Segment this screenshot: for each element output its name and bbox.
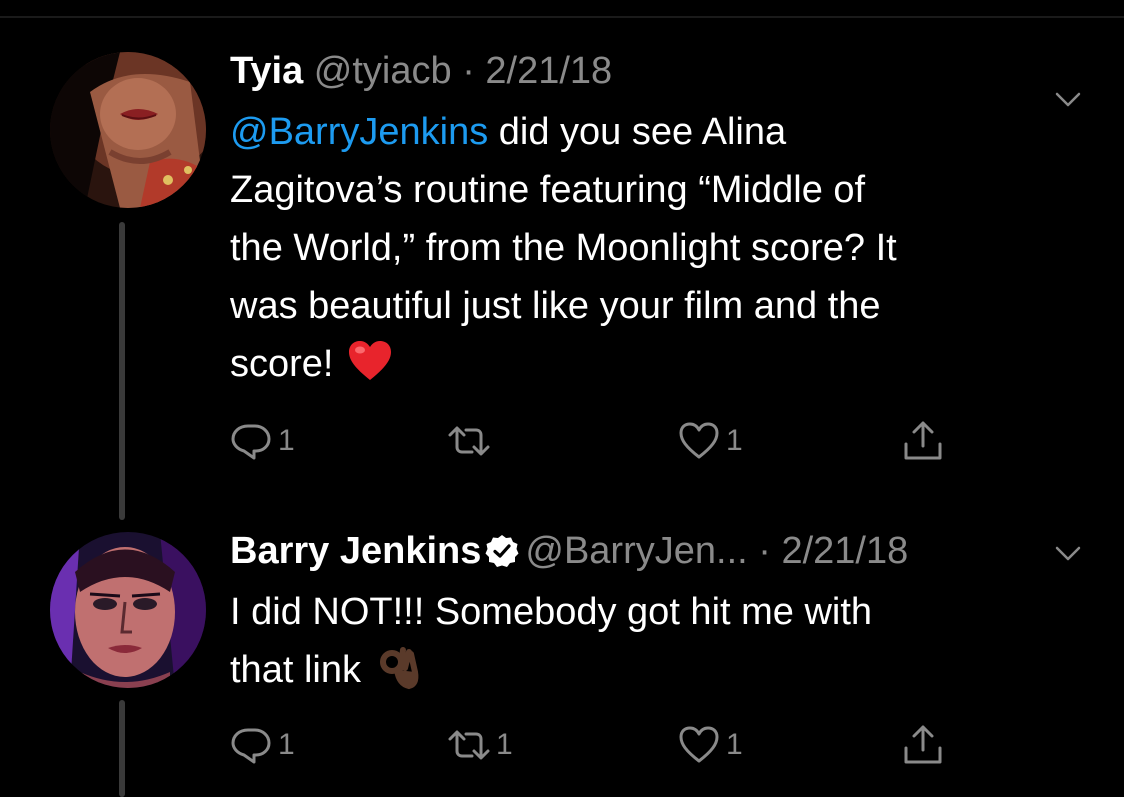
timestamp[interactable]: 2/21/18: [485, 50, 612, 92]
tweet-line: score!: [230, 335, 1080, 393]
retweet-count: 1: [496, 728, 513, 761]
share-button[interactable]: [900, 720, 946, 770]
handle[interactable]: @tyiacb: [314, 50, 452, 92]
handle[interactable]: @BarryJen...: [525, 530, 747, 572]
reply-button[interactable]: 1: [228, 720, 295, 770]
tweet-line: @BarryJenkins did you see Alina: [230, 103, 1080, 161]
retweet-button[interactable]: 1: [446, 720, 513, 770]
verified-badge-icon: [485, 535, 519, 567]
tweet-actions: 1 1: [228, 416, 958, 466]
reply-button[interactable]: 1: [228, 416, 295, 466]
like-count: 1: [726, 424, 743, 457]
display-name[interactable]: Tyia: [230, 50, 303, 92]
tweet-line: I did NOT!!! Somebody got hit me with: [230, 591, 873, 633]
tweet-line: the World,” from the Moonlight score? It: [230, 227, 897, 269]
like-button[interactable]: 1: [676, 720, 743, 770]
ok-hand-emoji-icon: [379, 647, 419, 690]
share-icon: [904, 421, 942, 460]
thread-line: [119, 700, 125, 797]
share-button[interactable]: [900, 416, 946, 466]
tweet-line: was beautiful just like your film and th…: [230, 285, 881, 327]
thread-line: [119, 222, 125, 520]
tweet-text-segment: did you see Alina: [488, 111, 787, 153]
heart-icon: [679, 422, 719, 459]
tweet-text: @BarryJenkins did you see Alina Zagitova…: [230, 103, 1080, 393]
share-icon: [904, 725, 942, 764]
avatar[interactable]: [50, 532, 206, 688]
like-count: 1: [726, 728, 743, 761]
retweet-icon: [448, 730, 490, 760]
like-button[interactable]: 1: [676, 416, 743, 466]
tweet-text-segment: score!: [230, 343, 334, 385]
avatar[interactable]: [50, 52, 206, 208]
tweet-header: Barry Jenkins @BarryJen... · 2/21/18: [230, 528, 908, 574]
timestamp[interactable]: 2/21/18: [781, 530, 908, 572]
separator: ·: [462, 50, 475, 92]
avatar-image: [50, 52, 206, 208]
tweet-header: Tyia @tyiacb · 2/21/18: [230, 48, 612, 94]
tweet-text-segment: that link: [230, 649, 361, 691]
reply-count: 1: [278, 424, 295, 457]
tweet-text: I did NOT!!! Somebody got hit me with th…: [230, 583, 1080, 699]
heart-icon: [679, 726, 719, 763]
top-divider: [0, 16, 1124, 18]
mention-link[interactable]: @BarryJenkins: [230, 111, 488, 153]
retweet-button[interactable]: [446, 416, 496, 466]
retweet-icon: [448, 426, 490, 456]
tweet-line: that link: [230, 641, 1080, 699]
separator: ·: [758, 530, 771, 572]
tweet-actions: 1 1 1: [228, 720, 958, 770]
tweet-line: Zagitova’s routine featuring “Middle of: [230, 169, 866, 211]
chevron-down-icon[interactable]: [1054, 544, 1082, 564]
reply-count: 1: [278, 728, 295, 761]
red-heart-emoji-icon: [349, 341, 392, 380]
reply-icon: [231, 424, 271, 460]
reply-icon: [231, 728, 271, 764]
display-name[interactable]: Barry Jenkins: [230, 530, 481, 572]
avatar-image: [50, 532, 206, 688]
